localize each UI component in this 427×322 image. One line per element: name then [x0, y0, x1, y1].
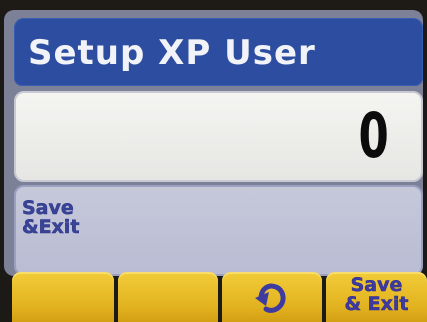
save-exit-label: Save & Exit: [344, 274, 409, 315]
title-bar: Setup XP User: [14, 18, 423, 86]
save-exit-button[interactable]: Save & Exit: [326, 272, 427, 322]
page-title: Setup XP User: [28, 33, 316, 73]
device-screen: Setup XP User 0 Save &Exit: [4, 10, 423, 276]
softkey-bar: Save & Exit: [0, 272, 427, 322]
value-display: 0: [358, 99, 389, 172]
undo-icon: [255, 283, 286, 313]
menu-item-save-exit[interactable]: Save &Exit: [22, 198, 102, 237]
undo-button[interactable]: [222, 272, 322, 322]
softkey-1[interactable]: [12, 272, 114, 322]
menu-panel: Save &Exit: [14, 185, 423, 276]
softkey-2[interactable]: [118, 272, 218, 322]
value-field[interactable]: 0: [14, 91, 423, 182]
